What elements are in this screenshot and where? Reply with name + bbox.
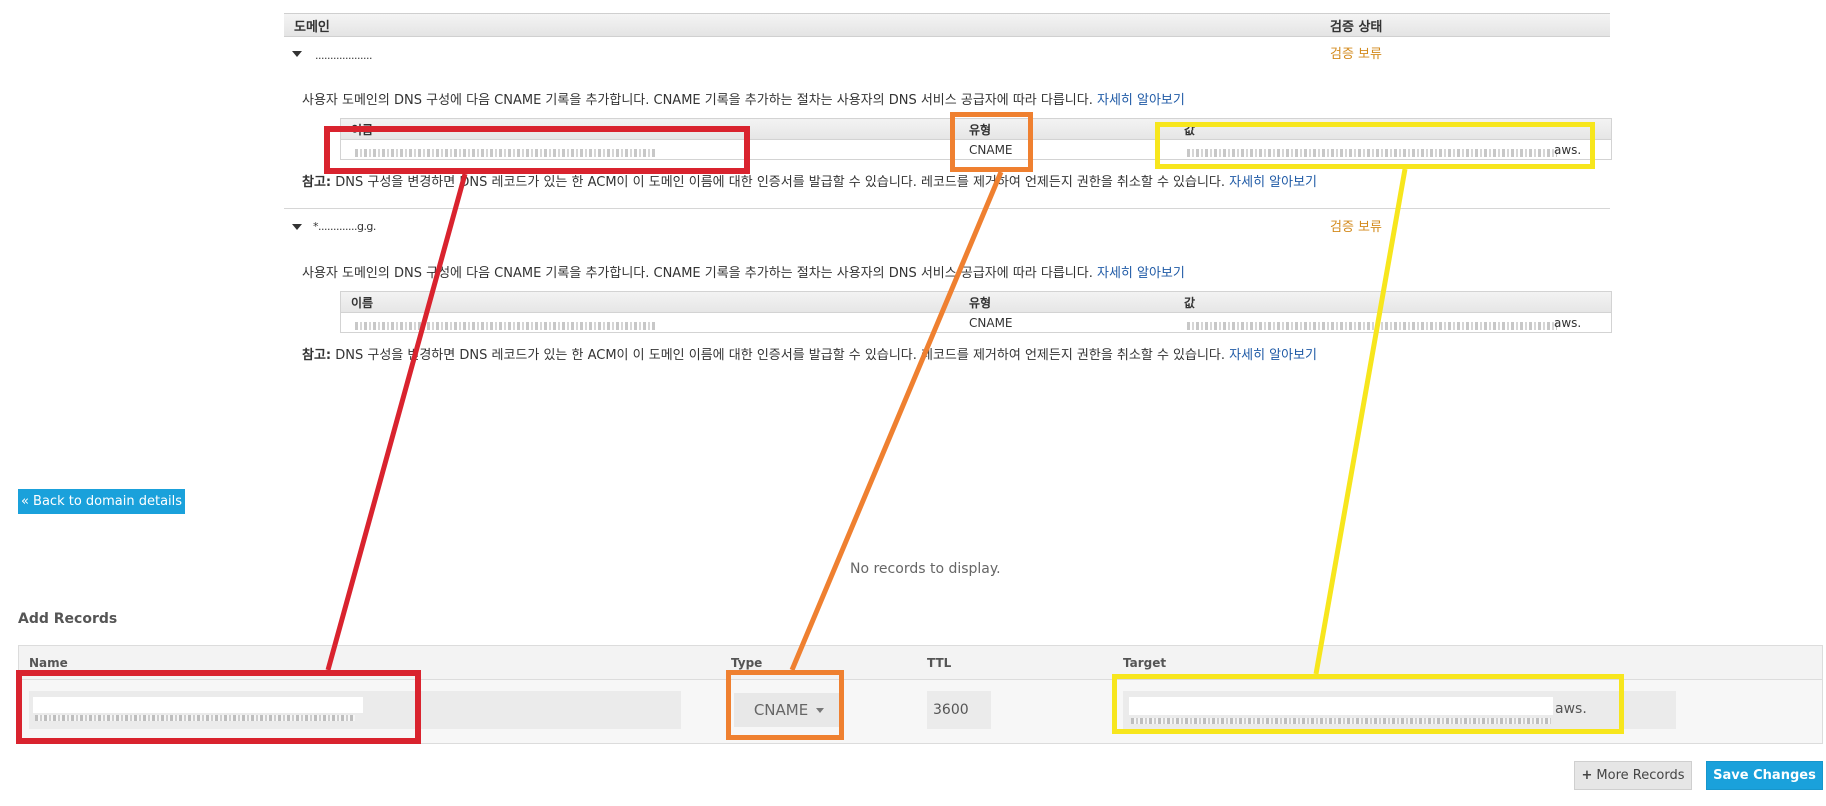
learn-more-link[interactable]: 자세히 알아보기 <box>1097 93 1185 108</box>
domain-2-instruction: 사용자 도메인의 DNS 구성에 다음 CNAME 기록을 추가합니다. CNA… <box>302 262 1185 281</box>
domain-2-cname-table: 이름 유형 값 CNAME aws. <box>340 291 1612 333</box>
connector-line-name <box>325 173 468 671</box>
domain-2-note: 참고: DNS 구성을 변경하면 DNS 레코드가 있는 한 ACM이 이 도메… <box>302 344 1317 363</box>
status-column-header: 검증 상태 <box>1330 20 1383 35</box>
instruction-text: 사용자 도메인의 DNS 구성에 다음 CNAME 기록을 추가합니다. CNA… <box>302 266 1093 281</box>
record-type-select[interactable]: CNAME <box>734 693 844 727</box>
cname-table-header: 이름 유형 값 <box>341 119 1611 140</box>
domain-1-note: 참고: DNS 구성을 변경하면 DNS 레코드가 있는 한 ACM이 이 도메… <box>302 171 1317 190</box>
target-column-header: Target <box>1123 656 1167 670</box>
expand-caret-icon[interactable] <box>292 224 302 230</box>
note-text: DNS 구성을 변경하면 DNS 레코드가 있는 한 ACM이 이 도메인 이름… <box>331 175 1226 190</box>
redacted-value <box>1187 322 1557 330</box>
domain-name-2: *.............g.g. <box>313 220 376 233</box>
domain-1-cname-table: 이름 유형 값 CNAME aws. <box>340 118 1612 160</box>
record-name-input[interactable] <box>29 691 681 729</box>
more-records-button[interactable]: + More Records <box>1574 761 1692 790</box>
type-column-header: 유형 <box>969 123 992 137</box>
note-prefix: 참고: <box>302 348 332 363</box>
learn-more-link[interactable]: 자세히 알아보기 <box>1229 175 1317 190</box>
cname-type: CNAME <box>969 316 1013 330</box>
type-column-header: Type <box>731 656 763 670</box>
value-suffix: aws. <box>1554 316 1582 330</box>
plus-icon: + <box>1581 768 1593 783</box>
no-records-message: No records to display. <box>850 561 1001 577</box>
domain-name-1: ................... <box>315 49 372 62</box>
more-records-label: More Records <box>1596 768 1685 783</box>
ttl-column-header: TTL <box>927 656 952 670</box>
section-divider <box>284 208 1610 209</box>
redacted-target <box>1131 718 1551 724</box>
domain-column-header: 도메인 <box>294 20 330 35</box>
back-to-domain-details-button[interactable]: « Back to domain details <box>18 489 185 514</box>
instruction-text: 사용자 도메인의 DNS 구성에 다음 CNAME 기록을 추가합니다. CNA… <box>302 93 1093 108</box>
value-column-header: 값 <box>1184 123 1196 137</box>
redacted-name <box>35 715 355 721</box>
learn-more-link[interactable]: 자세히 알아보기 <box>1229 348 1317 363</box>
save-changes-button[interactable]: Save Changes <box>1706 761 1823 790</box>
domain-1-status: 검증 보류 <box>1330 47 1382 62</box>
note-text: DNS 구성을 변경하면 DNS 레코드가 있는 한 ACM이 이 도메인 이름… <box>331 348 1226 363</box>
add-records-header: Name Type TTL Target <box>19 646 1822 680</box>
note-prefix: 참고: <box>302 175 332 190</box>
redaction-mask <box>33 697 363 713</box>
name-column-header: Name <box>29 656 68 670</box>
redaction-mask <box>1129 697 1553 715</box>
name-column-header: 이름 <box>351 296 374 310</box>
acm-table-header: 도메인 검증 상태 <box>284 13 1610 37</box>
target-input[interactable]: aws. <box>1123 691 1676 729</box>
add-records-title: Add Records <box>18 611 118 627</box>
learn-more-link[interactable]: 자세히 알아보기 <box>1097 266 1185 281</box>
type-column-header: 유형 <box>969 296 992 310</box>
value-suffix: aws. <box>1554 143 1582 157</box>
value-column-header: 값 <box>1184 296 1196 310</box>
chevron-down-icon <box>816 707 825 713</box>
connector-line-type <box>789 171 1004 671</box>
name-column-header: 이름 <box>351 123 374 137</box>
redacted-name <box>355 149 655 157</box>
domain-2-status: 검증 보류 <box>1330 220 1382 235</box>
target-suffix: aws. <box>1555 701 1587 717</box>
domain-1-instruction: 사용자 도메인의 DNS 구성에 다음 CNAME 기록을 추가합니다. CNA… <box>302 89 1185 108</box>
redacted-name <box>355 322 655 330</box>
redacted-value <box>1187 149 1557 157</box>
cname-type: CNAME <box>969 143 1013 157</box>
expand-caret-icon[interactable] <box>292 51 302 57</box>
connector-line-value <box>1313 168 1408 675</box>
ttl-value: 3600 <box>933 702 969 718</box>
cname-table-header: 이름 유형 값 <box>341 292 1611 313</box>
add-records-table: Name Type TTL Target CNAME 3600 aws. <box>18 645 1823 744</box>
record-type-value: CNAME <box>753 701 809 719</box>
ttl-input[interactable]: 3600 <box>927 691 991 729</box>
